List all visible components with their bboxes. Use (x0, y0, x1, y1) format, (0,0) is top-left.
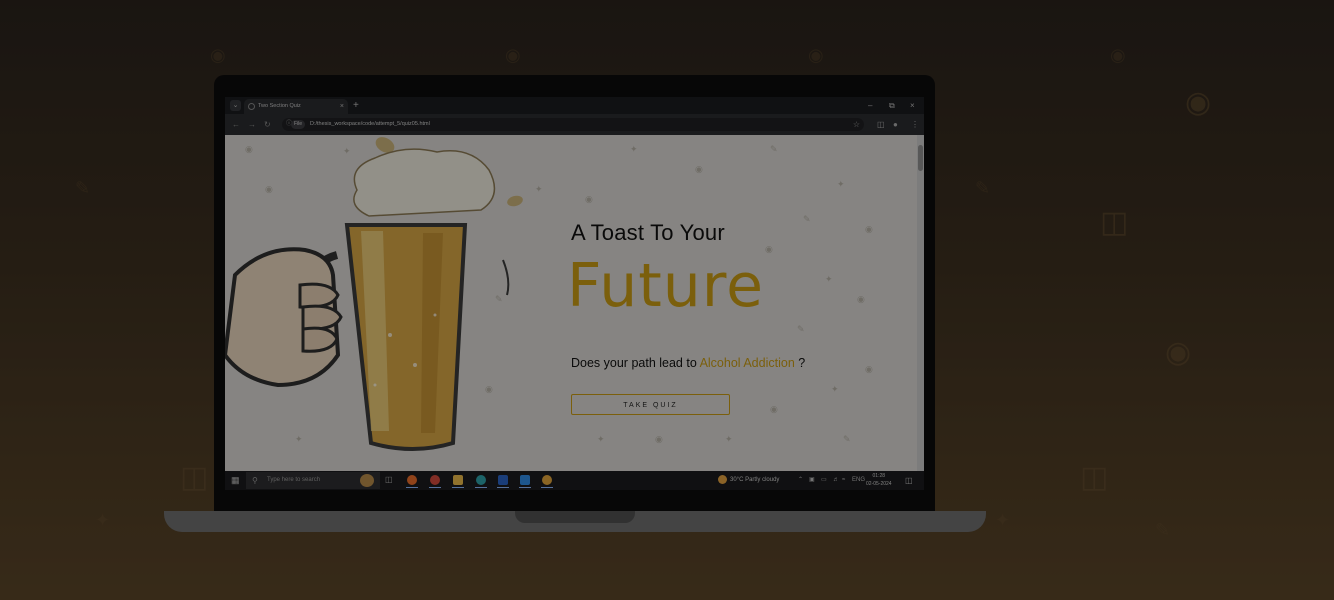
back-icon[interactable]: ← (232, 118, 240, 131)
question-accent: Alcohol Addiction (699, 356, 795, 370)
bg-bottle-icon: ✎ (1155, 520, 1171, 541)
task-view-icon[interactable]: ◫ (385, 475, 393, 484)
bg-apple-icon: ◉ (210, 45, 226, 66)
doodle-icon: ✎ (797, 325, 805, 335)
doodle-icon: ◉ (865, 225, 873, 235)
new-tab-button[interactable]: + (353, 99, 359, 112)
beer-mug-illustration (225, 137, 523, 451)
bg-apple-icon: ◉ (808, 45, 824, 66)
doodle-icon: ◉ (585, 195, 593, 205)
profile-icon[interactable]: ● (893, 118, 898, 131)
menu-kebab-icon[interactable]: ⋮ (911, 118, 919, 131)
tab-title: Two Section Quiz (258, 103, 301, 109)
doodle-icon: ✦ (725, 435, 733, 445)
bg-star-icon: ✦ (995, 510, 1011, 531)
clock-time: 01:28 (872, 473, 886, 479)
file-chip: File (291, 120, 306, 129)
side-panel-icon[interactable]: ◫ (877, 118, 885, 131)
vscode-icon[interactable] (517, 473, 533, 488)
doodle-icon: ◉ (857, 295, 865, 305)
hero-highlight-word: Future (567, 251, 765, 321)
search-icon: ⚲ (252, 476, 258, 485)
word-icon[interactable] (495, 473, 511, 488)
bg-mug-icon: ◫ (180, 460, 209, 495)
doodle-icon: ◉ (770, 405, 778, 415)
wifi-icon[interactable]: ≈ (842, 475, 845, 486)
close-window-button[interactable]: × (910, 99, 915, 112)
question-prefix: Does your path lead to (571, 356, 700, 370)
windows-start-icon[interactable]: ▦ (231, 475, 240, 486)
tray-chevron-icon[interactable]: ⌃ (798, 475, 803, 486)
web-page: ◉ ✦ ✦ ◉ ✎ ✦ ◉ ✎ ◉ ✦ ◉ ✎ ◉ ✦ ◉ ✎ ✦ ◉ ✦ ◉ … (225, 135, 917, 471)
close-tab-icon[interactable]: × (340, 99, 344, 114)
url-text: D:/thesis_workspace/code/attempt_5/quiz0… (310, 121, 430, 127)
doodle-icon: ✎ (770, 145, 778, 155)
bg-mug-icon: ◫ (1100, 205, 1129, 240)
cortana-icon (360, 474, 374, 487)
bg-apple-icon: ◉ (1165, 335, 1192, 370)
doodle-icon: ◉ (695, 165, 703, 175)
weather-widget[interactable]: 30°C Partly cloudy (718, 475, 779, 486)
scrollbar-thumb[interactable] (918, 145, 923, 171)
bg-apple-icon: ◉ (1185, 85, 1212, 120)
chrome-active-icon[interactable] (539, 473, 555, 488)
bg-mug-icon: ◫ (1080, 460, 1109, 495)
hero-heading: A Toast To Your (571, 220, 725, 245)
doodle-icon: ◉ (865, 365, 873, 375)
bg-star-icon: ✦ (95, 510, 111, 531)
laptop-screen: ⌄ Two Section Quiz × + – ⧉ × ← → ↻ ⓘ Fil… (225, 97, 924, 490)
bg-apple-icon: ◉ (505, 45, 521, 66)
doodle-icon: ◉ (765, 245, 773, 255)
tab-search-button[interactable]: ⌄ (230, 100, 241, 111)
weather-icon (718, 475, 727, 484)
weather-text: 30°C Partly cloudy (730, 477, 780, 484)
bg-bottle-icon: ✎ (975, 178, 991, 199)
file-explorer-icon[interactable] (450, 473, 466, 488)
browser-toolbar: ← → ↻ ⓘ File D:/thesis_workspace/code/at… (225, 114, 924, 135)
forward-icon[interactable]: → (248, 118, 256, 131)
bookmark-star-icon[interactable]: ☆ (853, 118, 860, 131)
search-placeholder: Type here to search (267, 477, 321, 483)
browser-tab-bar: ⌄ Two Section Quiz × + – ⧉ × (225, 97, 924, 114)
restore-button[interactable]: ⧉ (889, 99, 895, 112)
windows-taskbar: ▦ ⚲ Type here to search ◫ 30°C Partly cl… (225, 471, 924, 490)
doodle-icon: ✦ (825, 275, 833, 285)
chrome-icon[interactable] (427, 473, 443, 488)
taskbar-clock[interactable]: 01:28 02-05-2024 (866, 472, 892, 488)
notifications-icon[interactable]: ◫ (905, 476, 913, 485)
doodle-icon: ✦ (831, 385, 839, 395)
reload-icon[interactable]: ↻ (264, 118, 271, 131)
firefox-icon[interactable] (404, 473, 420, 488)
battery-icon[interactable]: ▭ (821, 475, 827, 486)
clock-date: 02-05-2024 (866, 481, 892, 487)
page-scrollbar[interactable] (917, 135, 924, 471)
globe-icon (248, 103, 255, 110)
doodle-icon: ◉ (655, 435, 663, 445)
doodle-icon: ✎ (843, 435, 851, 445)
laptop-notch (515, 511, 635, 523)
hero-question: Does your path lead to Alcohol Addiction… (571, 356, 805, 370)
bg-bottle-icon: ✎ (75, 178, 91, 199)
minimize-button[interactable]: – (868, 99, 872, 112)
browser-tab[interactable]: Two Section Quiz × (244, 99, 348, 114)
edge-icon[interactable] (473, 473, 489, 488)
language-indicator[interactable]: ENG (852, 475, 865, 486)
address-bar[interactable]: ⓘ File D:/thesis_workspace/code/attempt_… (282, 118, 864, 131)
take-quiz-button[interactable]: TAKE QUIZ (571, 394, 730, 415)
volume-icon[interactable]: ♬ (833, 475, 839, 486)
doodle-icon: ✦ (597, 435, 605, 445)
bg-apple-icon: ◉ (1110, 45, 1126, 66)
tray-app-icon[interactable]: ▣ (809, 475, 815, 486)
doodle-icon: ✦ (630, 145, 638, 155)
doodle-icon: ✎ (803, 215, 811, 225)
question-suffix: ? (794, 356, 806, 370)
taskbar-search[interactable]: ⚲ Type here to search (246, 472, 380, 489)
doodle-icon: ✦ (837, 180, 845, 190)
